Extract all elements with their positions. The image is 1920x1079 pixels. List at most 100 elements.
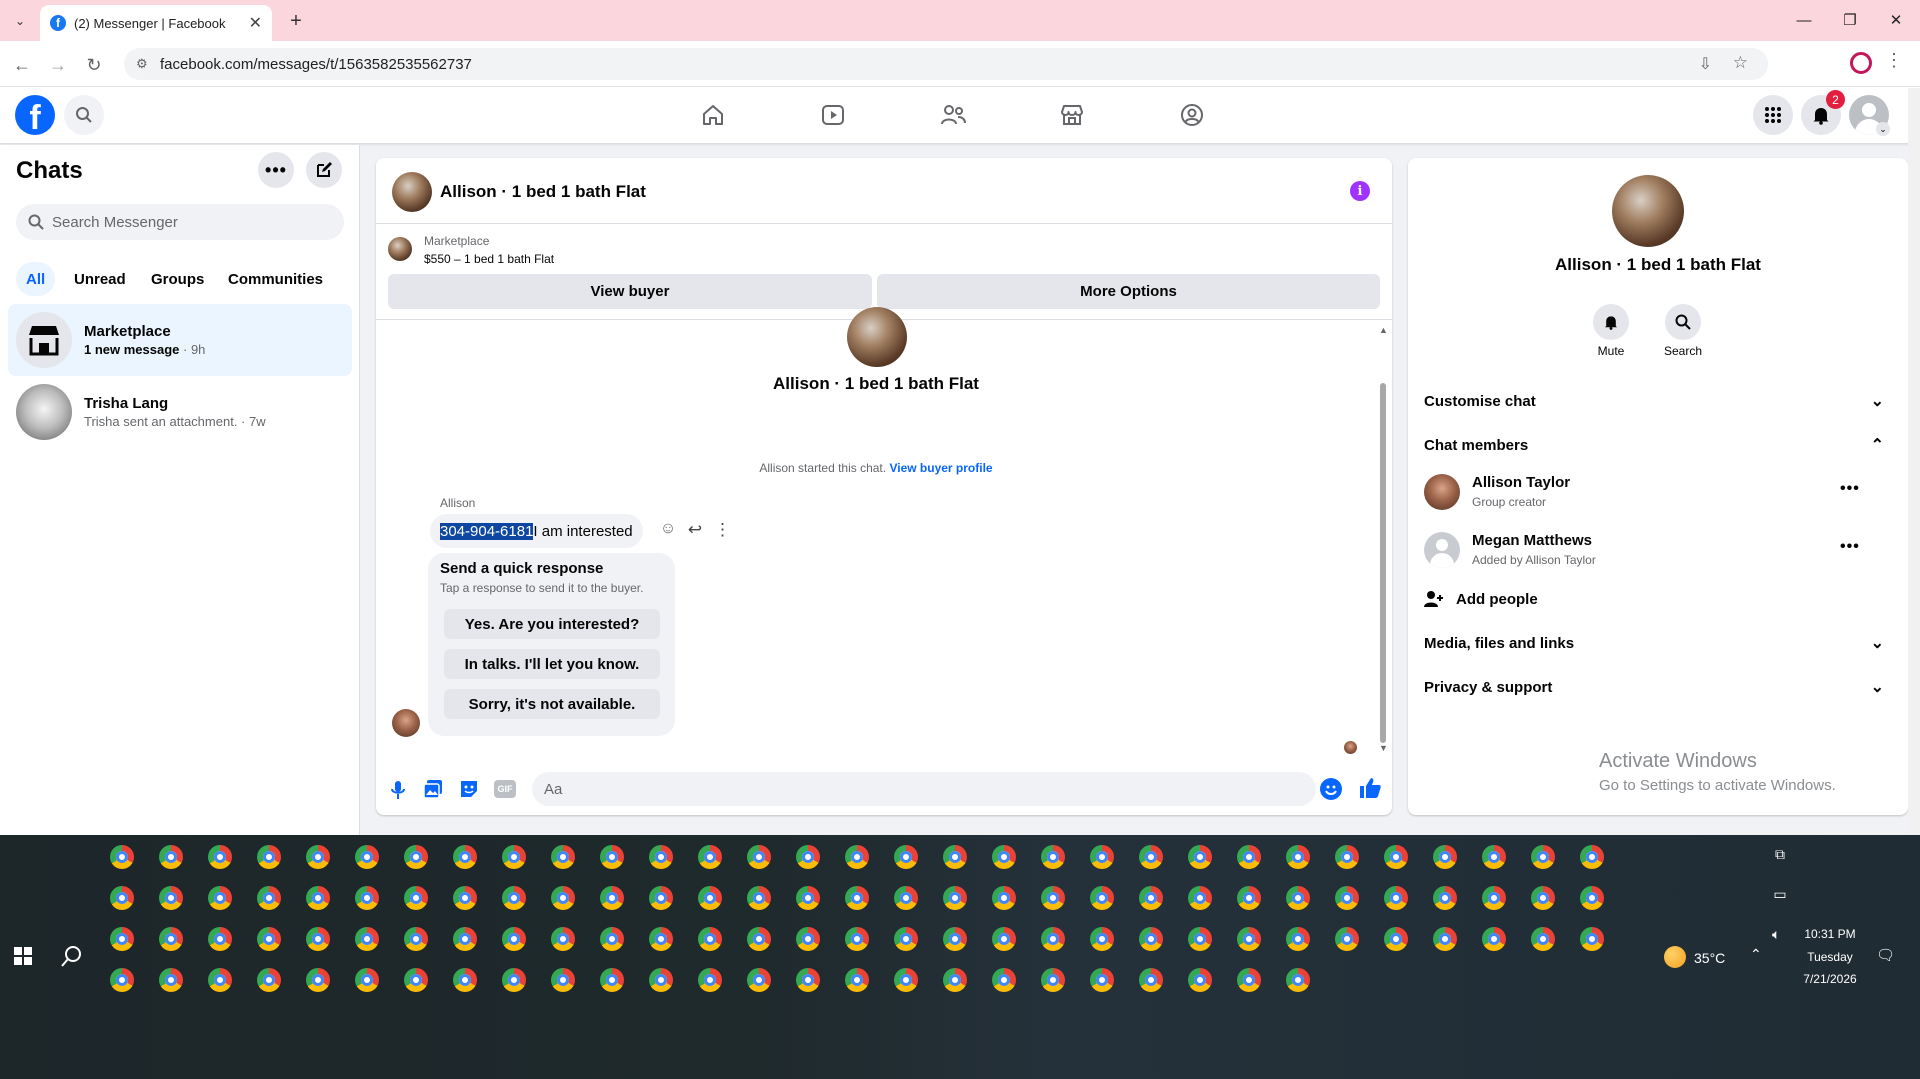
conversation-info-icon[interactable]: i (1350, 181, 1370, 201)
taskbar-chrome-icon[interactable] (1482, 886, 1506, 910)
taskbar-chrome-icon[interactable] (551, 845, 575, 869)
taskbar-chrome-icon[interactable] (1335, 927, 1359, 951)
thumbs-up-icon[interactable] (1358, 776, 1382, 800)
taskbar-chrome-icon[interactable] (1384, 927, 1408, 951)
taskbar-chrome-icon[interactable] (404, 968, 428, 992)
message-more-icon[interactable]: ⋮ (714, 520, 731, 540)
taskbar-chrome-icon[interactable] (257, 927, 281, 951)
taskbar-chrome-icon[interactable] (1090, 927, 1114, 951)
taskbar-chrome-icon[interactable] (894, 886, 918, 910)
taskbar-chrome-icon[interactable] (159, 927, 183, 951)
taskbar-chrome-icon[interactable] (404, 886, 428, 910)
taskbar-chrome-icon[interactable] (1139, 968, 1163, 992)
media-files-row[interactable]: Media, files and links ⌄ (1424, 625, 1884, 661)
taskbar-chrome-icon[interactable] (110, 927, 134, 951)
taskbar-chrome-icon[interactable] (1139, 845, 1163, 869)
taskbar-chrome-icon[interactable] (1090, 845, 1114, 869)
taskbar-chrome-icon[interactable] (1531, 886, 1555, 910)
taskbar-chrome-icon[interactable] (1237, 845, 1261, 869)
taskbar-chrome-icon[interactable] (159, 886, 183, 910)
scrollbar-thumb[interactable] (1380, 383, 1386, 743)
taskbar-chrome-icon[interactable] (845, 845, 869, 869)
taskbar-chrome-icon[interactable] (1286, 927, 1310, 951)
privacy-support-row[interactable]: Privacy & support ⌄ (1424, 669, 1884, 705)
taskbar-chrome-icon[interactable] (943, 927, 967, 951)
tray-device-icon[interactable]: ⧉ (1770, 846, 1790, 866)
taskbar-chrome-icon[interactable] (992, 927, 1016, 951)
taskbar-chrome-icon[interactable] (698, 927, 722, 951)
taskbar-chrome-icon[interactable] (747, 968, 771, 992)
taskbar-chrome-icon[interactable] (894, 968, 918, 992)
customise-chat-row[interactable]: Customise chat ⌄ (1424, 383, 1884, 419)
tray-display-icon[interactable]: ▭ (1770, 886, 1790, 906)
tab-search-icon[interactable]: ⌄ (8, 10, 32, 32)
taskbar-chrome-icon[interactable] (600, 927, 624, 951)
account-chevron-down-icon[interactable]: ⌄ (1876, 122, 1890, 136)
view-buyer-button[interactable]: View buyer (388, 274, 872, 309)
conversation-avatar[interactable] (392, 172, 432, 212)
quick-reply-in-talks[interactable]: In talks. I'll let you know. (444, 649, 660, 679)
listing-title[interactable]: $550 – 1 bed 1 bath Flat (424, 252, 554, 266)
forward-icon[interactable]: → (44, 52, 72, 78)
taskbar-chrome-icon[interactable] (943, 968, 967, 992)
taskbar-chrome-icon[interactable] (1188, 927, 1212, 951)
close-window-icon[interactable]: ✕ (1874, 6, 1918, 34)
taskbar-chrome-icon[interactable] (845, 927, 869, 951)
taskbar-chrome-icon[interactable] (1041, 886, 1065, 910)
browser-menu-icon[interactable]: ⋮ (1884, 50, 1904, 76)
tray-expand-icon[interactable]: ⌃ (1750, 946, 1762, 963)
taskbar-chrome-icon[interactable] (208, 968, 232, 992)
notification-center-icon[interactable]: 🗨︎ (1876, 946, 1896, 966)
taskbar-chrome-icon[interactable] (1237, 886, 1261, 910)
taskbar-chrome-icon[interactable] (747, 927, 771, 951)
taskbar-chrome-icon[interactable] (110, 968, 134, 992)
quick-reply-not-available[interactable]: Sorry, it's not available. (444, 689, 660, 719)
taskbar-chrome-icon[interactable] (1090, 968, 1114, 992)
taskbar-chrome-icon[interactable] (1041, 968, 1065, 992)
taskbar-chrome-icon[interactable] (159, 968, 183, 992)
taskbar-chrome-icon[interactable] (1482, 927, 1506, 951)
new-tab-icon[interactable]: + (282, 8, 310, 34)
taskbar-chrome-icon[interactable] (159, 845, 183, 869)
taskbar-chrome-icon[interactable] (306, 845, 330, 869)
taskbar-chrome-icon[interactable] (943, 845, 967, 869)
scroll-up-icon[interactable]: ▲ (1379, 325, 1388, 335)
close-tab-icon[interactable]: ✕ (249, 13, 262, 33)
taskbar-chrome-icon[interactable] (1433, 886, 1457, 910)
address-bar[interactable]: ⚙ facebook.com/messages/t/15635825355627… (124, 48, 1768, 80)
chats-options-icon[interactable]: ••• (258, 152, 294, 188)
taskbar-chrome-icon[interactable] (1433, 927, 1457, 951)
taskbar-chrome-icon[interactable] (796, 845, 820, 869)
taskbar-chrome-icon[interactable] (796, 927, 820, 951)
quick-reply-yes[interactable]: Yes. Are you interested? (444, 609, 660, 639)
minimize-icon[interactable]: — (1782, 6, 1826, 34)
taskbar-chrome-icon[interactable] (1139, 927, 1163, 951)
taskbar-chrome-icon[interactable] (1433, 845, 1457, 869)
taskbar-chrome-icon[interactable] (1090, 886, 1114, 910)
filter-unread[interactable]: Unread (64, 262, 136, 296)
taskbar-chrome-icon[interactable] (992, 886, 1016, 910)
taskbar-chrome-icon[interactable] (453, 845, 477, 869)
filter-groups[interactable]: Groups (141, 262, 214, 296)
taskbar-chrome-icon[interactable] (257, 968, 281, 992)
messenger-search-input[interactable]: Search Messenger (16, 204, 344, 240)
member-options-icon[interactable]: ••• (1840, 538, 1860, 556)
taskbar-chrome-icon[interactable] (502, 886, 526, 910)
taskbar-chrome-icon[interactable] (1580, 886, 1604, 910)
reply-icon[interactable]: ↩ (684, 520, 706, 540)
taskbar-chrome-icon[interactable] (992, 845, 1016, 869)
taskbar-chrome-icon[interactable] (306, 886, 330, 910)
taskbar-chrome-icon[interactable] (355, 886, 379, 910)
taskbar-chrome-icon[interactable] (600, 886, 624, 910)
taskbar-chrome-icon[interactable] (1041, 845, 1065, 869)
taskbar-chrome-icon[interactable] (355, 927, 379, 951)
filter-communities[interactable]: Communities (218, 262, 333, 296)
taskbar-chrome-icon[interactable] (894, 927, 918, 951)
taskbar-chrome-icon[interactable] (1384, 886, 1408, 910)
taskbar-chrome-icon[interactable] (551, 927, 575, 951)
home-icon[interactable] (693, 98, 733, 132)
taskbar-chrome-icon[interactable] (306, 968, 330, 992)
sticker-icon[interactable] (458, 778, 480, 800)
temperature[interactable]: 35°C (1694, 950, 1725, 966)
taskbar-chrome-icon[interactable] (1482, 845, 1506, 869)
